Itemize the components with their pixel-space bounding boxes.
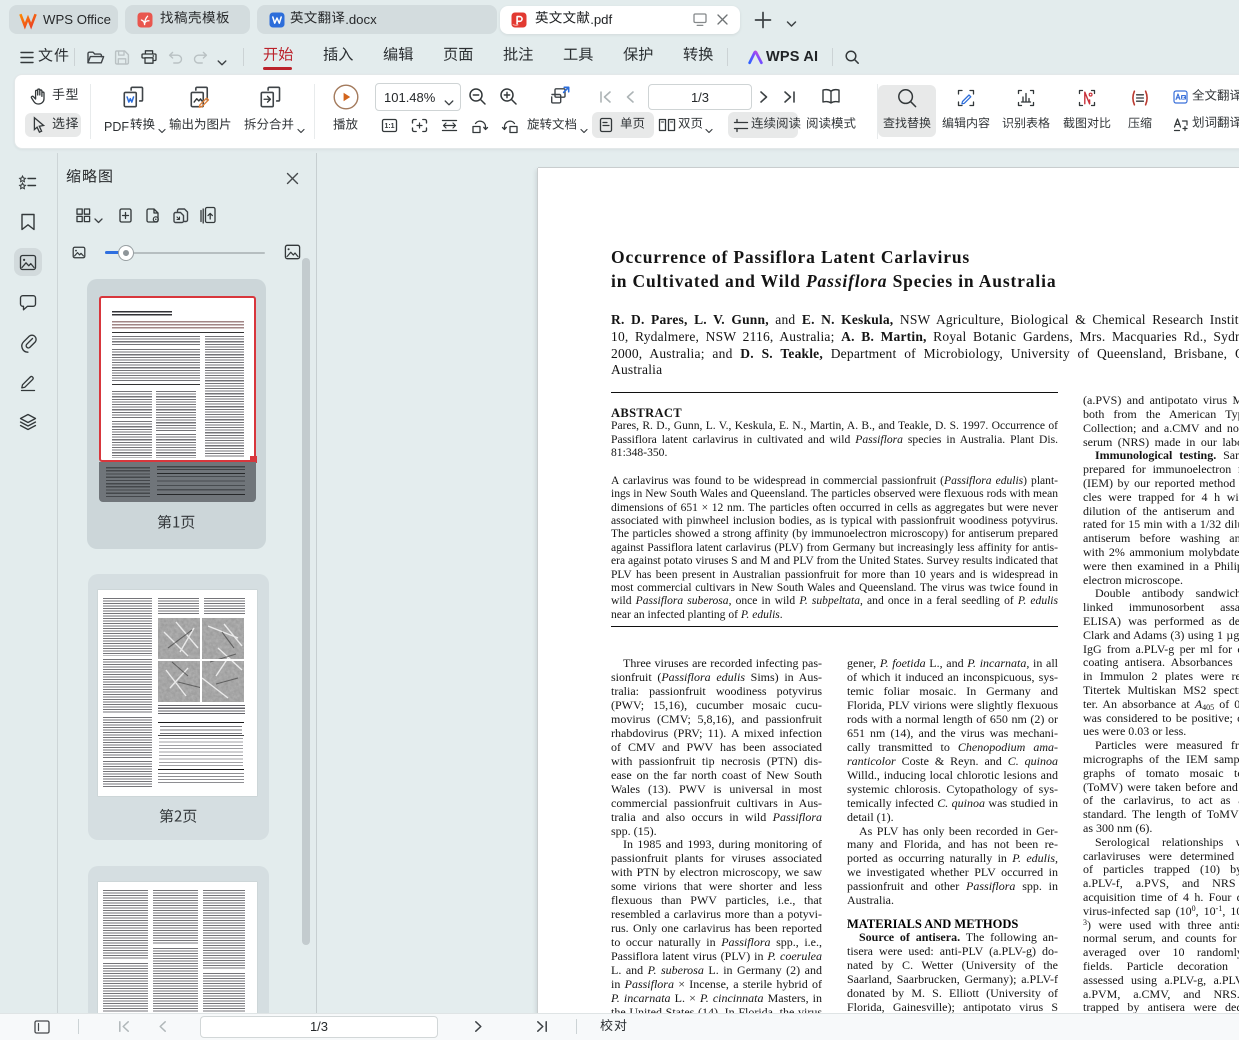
svg-text:1:1: 1:1 — [384, 123, 394, 130]
